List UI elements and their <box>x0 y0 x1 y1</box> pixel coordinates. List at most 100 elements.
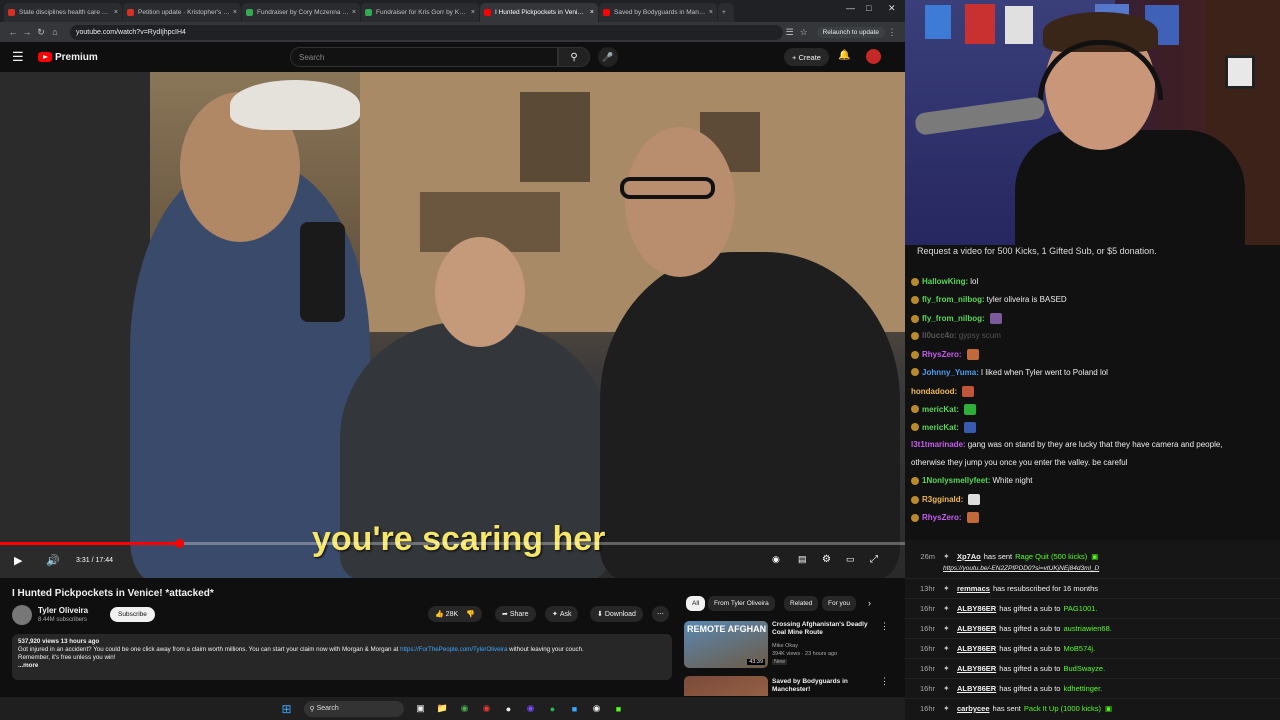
recommendation-item[interactable]: Saved by Bodyguards in Manchester! ⋮ <box>684 676 894 696</box>
event-username[interactable]: carbycee <box>957 704 990 713</box>
obs-icon[interactable]: ◉ <box>588 700 606 718</box>
hamburger-menu-icon[interactable]: ☰ <box>12 49 26 65</box>
task-view-icon[interactable]: ▣ <box>412 700 430 718</box>
browser-tab[interactable]: Fundraiser by Cory Mczenna : t... × <box>242 3 360 22</box>
chat-username[interactable]: RhysZero: <box>922 350 962 359</box>
taskbar-search[interactable]: ⚲ Search <box>303 700 404 717</box>
url-field[interactable]: youtube.com/watch?v=RydIjhpcIH4 <box>70 24 783 40</box>
recommendation-thumbnail[interactable] <box>684 676 768 696</box>
thumbs-down-icon[interactable]: 👎 <box>466 610 475 618</box>
chip-from-channel[interactable]: From Tyler Oliveira <box>708 596 775 611</box>
app-icon[interactable]: ■ <box>566 700 584 718</box>
chip-related[interactable]: Related <box>784 596 819 611</box>
browser-menu-icon[interactable]: ⋮ <box>885 27 899 38</box>
download-button[interactable]: ⬇ Download <box>590 606 643 622</box>
maximize-icon[interactable]: □ <box>866 3 871 13</box>
autoplay-toggle[interactable]: ◉ <box>772 554 780 565</box>
more-actions-icon[interactable]: ⋯ <box>652 606 669 622</box>
event-link[interactable]: https://youtu.be/-EN2ZPfPDD0?si=vtUKjNEj… <box>943 565 1099 572</box>
account-avatar[interactable] <box>866 49 881 64</box>
subscribe-button[interactable]: Subscribe <box>110 607 155 622</box>
chat-username[interactable]: ll0ucc4o: <box>922 331 957 340</box>
recommendation-title[interactable]: Crossing Afghanistan's Deadly Coal Mine … <box>772 621 877 638</box>
recommendation-title[interactable]: Saved by Bodyguards in Manchester! <box>772 678 877 695</box>
forward-icon[interactable]: → <box>20 27 34 37</box>
chat-username[interactable]: 1Nonlysmellyfeet: <box>922 476 990 485</box>
discord-icon[interactable]: ◉ <box>522 700 540 718</box>
back-icon[interactable]: ← <box>6 27 20 37</box>
microphone-icon[interactable]: 🎤 <box>598 47 618 67</box>
chat-username[interactable]: hondadood: <box>911 387 957 396</box>
like-button[interactable]: 👍 28K 👎 <box>428 606 482 622</box>
event-username[interactable]: ALBY86ER <box>957 644 996 653</box>
channel-avatar[interactable] <box>12 605 32 625</box>
more-options-icon[interactable]: ⋮ <box>880 676 889 687</box>
chat-username[interactable]: mericKat: <box>922 423 959 432</box>
app-icon[interactable]: ◉ <box>478 700 496 718</box>
chat-username[interactable]: mericKat: <box>922 405 959 414</box>
chrome-icon[interactable]: ◉ <box>456 700 474 718</box>
play-icon[interactable]: ▶ <box>14 554 22 567</box>
settings-gear-icon[interactable]: ⚙ <box>822 554 831 565</box>
event-username[interactable]: ALBY86ER <box>957 664 996 673</box>
search-input[interactable]: Search <box>290 47 558 67</box>
browser-tab[interactable]: I Hunted Pickpockets in Venice!... × <box>480 3 598 22</box>
chat-username[interactable]: fly_from_nilbog: <box>922 295 985 304</box>
theater-mode-icon[interactable]: ▭ <box>846 554 855 565</box>
extensions-icon[interactable]: ☰ <box>783 27 797 38</box>
chat-username[interactable]: l3t1tmarinade: <box>911 440 966 449</box>
more-options-icon[interactable]: ⋮ <box>880 621 889 632</box>
event-username[interactable]: ALBY86ER <box>957 624 996 633</box>
search-icon[interactable]: ⚲ <box>558 47 590 67</box>
create-button[interactable]: + Create <box>784 48 829 66</box>
event-username[interactable]: remmacs <box>957 584 990 593</box>
tab-close-icon[interactable]: × <box>114 9 118 16</box>
fullscreen-icon[interactable]: ⤢ <box>870 554 878 565</box>
browser-tab[interactable]: State disciplines health care pr... × <box>4 3 122 22</box>
volume-icon[interactable]: 🔊 <box>46 554 60 567</box>
chat-username[interactable]: fly_from_nilbog: <box>922 314 985 323</box>
tab-close-icon[interactable]: × <box>709 9 713 16</box>
tab-close-icon[interactable]: × <box>471 9 475 16</box>
app-icon[interactable]: ● <box>500 700 518 718</box>
youtube-logo[interactable]: Premium <box>38 52 98 63</box>
tab-close-icon[interactable]: × <box>590 9 594 16</box>
notifications-bell-icon[interactable]: 🔔 <box>838 50 850 61</box>
browser-tab[interactable]: Fundraiser for Kris Gorr by Keli... × <box>361 3 479 22</box>
video-description[interactable]: 537,920 views 13 hours ago Got injured i… <box>12 634 672 680</box>
file-explorer-icon[interactable]: 📁 <box>434 700 452 718</box>
home-icon[interactable]: ⌂ <box>48 27 62 37</box>
recommendation-item[interactable]: REMOTE AFGHAN 43:39 Crossing Afghanistan… <box>684 621 894 673</box>
browser-tab[interactable]: Petition update · Kristopher's s... × <box>123 3 241 22</box>
chip-all[interactable]: All <box>686 596 706 611</box>
description-link[interactable]: https://ForThePeople.com/TylerOliveira <box>400 646 507 653</box>
chevron-right-icon[interactable]: › <box>868 598 871 608</box>
close-window-icon[interactable]: ✕ <box>888 3 896 14</box>
video-player[interactable]: you're scaring her ▶ 🔊 3:31 / 17:44 ◉ ▤ … <box>0 72 905 578</box>
channel-name[interactable]: Tyler Oliveira <box>38 606 88 615</box>
chat-username[interactable]: Johnny_Yuma: <box>922 368 979 377</box>
tab-close-icon[interactable]: × <box>352 9 356 16</box>
captions-icon[interactable]: ▤ <box>798 554 807 565</box>
bookmark-icon[interactable]: ☆ <box>797 27 811 38</box>
event-username[interactable]: ALBY86ER <box>957 604 996 613</box>
chip-for-you[interactable]: For you <box>822 596 857 611</box>
relaunch-button[interactable]: Relaunch to update <box>816 26 885 38</box>
event-username[interactable]: Xp7Ao <box>957 552 981 561</box>
chat-username[interactable]: HallowKing: <box>922 277 968 286</box>
kick-icon[interactable]: ■ <box>610 700 628 718</box>
chat-username[interactable]: RhysZero: <box>922 513 962 522</box>
chat-username[interactable]: R3gginald: <box>922 495 963 504</box>
reload-icon[interactable]: ↻ <box>34 27 48 38</box>
description-more-link[interactable]: ...more <box>18 662 666 670</box>
minimize-icon[interactable]: — <box>846 3 855 13</box>
browser-tab[interactable]: Saved by Bodyguards in Manch... × <box>599 3 717 22</box>
ask-button[interactable]: ✦ Ask <box>545 606 579 622</box>
tab-close-icon[interactable]: × <box>233 9 237 16</box>
share-button[interactable]: ➦ Share <box>495 606 536 622</box>
windows-start-icon[interactable]: ⊞ <box>278 700 296 718</box>
spotify-icon[interactable]: ● <box>544 700 562 718</box>
recommendation-thumbnail[interactable]: REMOTE AFGHAN 43:39 <box>684 621 768 668</box>
event-username[interactable]: ALBY86ER <box>957 684 996 693</box>
video-progress-bar[interactable] <box>0 539 905 548</box>
